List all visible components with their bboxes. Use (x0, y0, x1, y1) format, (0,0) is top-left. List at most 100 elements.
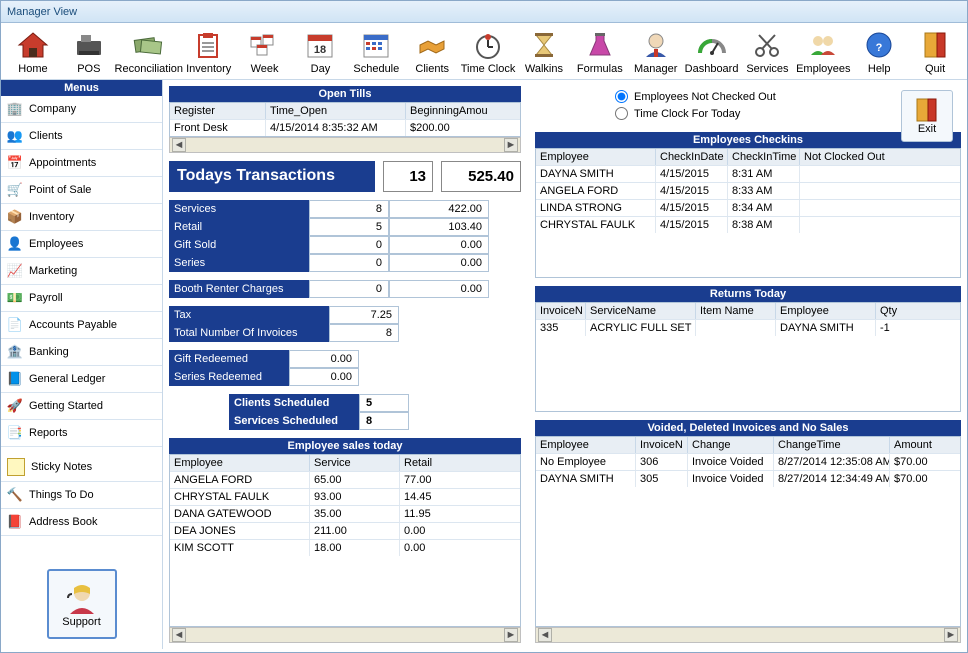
booth-row: Booth Renter Charges00.00 (169, 280, 521, 298)
col-amount[interactable]: Amount (890, 437, 960, 453)
col-employee[interactable]: Employee (536, 437, 636, 453)
table-row[interactable]: ANGELA FORD4/15/20158:33 AM (536, 183, 960, 200)
sidebar-item-marketing[interactable]: 📈Marketing (1, 258, 162, 285)
tx-line-label: Series (169, 254, 309, 272)
scroll-left-icon[interactable]: ◄ (172, 138, 186, 152)
toolbar-home[interactable]: Home (5, 27, 61, 77)
scroll-right-icon[interactable]: ► (944, 628, 958, 642)
col-service[interactable]: Service (310, 455, 400, 471)
scroll-left-icon[interactable]: ◄ (172, 628, 186, 642)
table-row[interactable]: KIM SCOTT18.000.00 (170, 540, 520, 556)
col-change[interactable]: Change (688, 437, 774, 453)
table-row[interactable]: ANGELA FORD65.0077.00 (170, 472, 520, 489)
col-notclockedout[interactable]: Not Clocked Out (800, 149, 960, 165)
toolbar-dashboard[interactable]: Dashboard (684, 27, 740, 77)
checkins-panel: Employees Checkins Employee CheckInDate … (535, 132, 961, 278)
table-row[interactable]: CHRYSTAL FAULK93.0014.45 (170, 489, 520, 506)
toolbar-week[interactable]: Week (237, 27, 293, 77)
table-row[interactable]: LINDA STRONG4/15/20158:34 AM (536, 200, 960, 217)
sidebar: Menus 🏢Company 👥Clients 📅Appointments 🛒P… (1, 80, 163, 649)
scroll-right-icon[interactable]: ► (504, 628, 518, 642)
toolbar-quit[interactable]: Quit (907, 27, 963, 77)
sidebar-item-gettingstarted[interactable]: 🚀Getting Started (1, 393, 162, 420)
col-employee[interactable]: Employee (536, 149, 656, 165)
cell: 8/27/2014 12:35:08 AM (774, 454, 890, 470)
sidebar-item-generalledger[interactable]: 📘General Ledger (1, 366, 162, 393)
col-register[interactable]: Register (170, 103, 266, 119)
toolbar-formulas[interactable]: Formulas (572, 27, 628, 77)
table-row[interactable]: CHRYSTAL FAULK4/15/20158:38 AM (536, 217, 960, 233)
col-time[interactable]: CheckInTime (728, 149, 800, 165)
hscrollbar[interactable]: ◄► (169, 137, 521, 153)
toolbar-walkins[interactable]: Walkins (516, 27, 572, 77)
svcssched-count: 8 (359, 412, 409, 430)
col-timeopen[interactable]: Time_Open (266, 103, 406, 119)
toolbar-services[interactable]: Services (740, 27, 796, 77)
employee-sales-header: Employee sales today (169, 438, 521, 454)
tx-line-count: 0 (309, 254, 389, 272)
sidebar-item-addressbook[interactable]: 📕Address Book (1, 509, 162, 536)
radio-input[interactable] (615, 90, 628, 103)
toolbar-day[interactable]: 18 Day (293, 27, 349, 77)
exit-button[interactable]: Exit (901, 90, 953, 142)
sidebar-item-stickynotes[interactable]: Sticky Notes (1, 453, 162, 482)
sidebar-item-appointments[interactable]: 📅Appointments (1, 150, 162, 177)
support-button[interactable]: Support (47, 569, 117, 639)
sidebar-item-reports[interactable]: 📑Reports (1, 420, 162, 447)
col-invoice[interactable]: InvoiceN (636, 437, 688, 453)
sidebar-item-company[interactable]: 🏢Company (1, 96, 162, 123)
table-row[interactable]: No Employee306Invoice Voided8/27/2014 12… (536, 454, 960, 471)
sidebar-item-label: Address Book (29, 516, 97, 528)
toolbar-timeclock[interactable]: Time Clock (460, 27, 516, 77)
scroll-left-icon[interactable]: ◄ (538, 628, 552, 642)
toolbar-pos[interactable]: POS (61, 27, 117, 77)
table-row[interactable]: DANA GATEWOOD35.0011.95 (170, 506, 520, 523)
col-beginamount[interactable]: BeginningAmou (406, 103, 520, 119)
cell: 35.00 (310, 506, 400, 522)
table-row[interactable]: DAYNA SMITH305Invoice Voided8/27/2014 12… (536, 471, 960, 487)
toolbar-employees[interactable]: Employees (795, 27, 851, 77)
radio-label: Time Clock For Today (634, 108, 740, 120)
toolbar-help[interactable]: ? Help (851, 27, 907, 77)
col-employee[interactable]: Employee (776, 303, 876, 319)
tx-line-count: 8 (309, 200, 389, 218)
col-service[interactable]: ServiceName (586, 303, 696, 319)
col-date[interactable]: CheckInDate (656, 149, 728, 165)
radio-input[interactable] (615, 107, 628, 120)
col-changetime[interactable]: ChangeTime (774, 437, 890, 453)
exit-label: Exit (918, 123, 936, 135)
cell (696, 320, 776, 336)
toolbar-manager[interactable]: Manager (628, 27, 684, 77)
sidebar-item-banking[interactable]: 🏦Banking (1, 339, 162, 366)
scroll-right-icon[interactable]: ► (504, 138, 518, 152)
cart-icon: 🛒 (7, 182, 23, 198)
col-employee[interactable]: Employee (170, 455, 310, 471)
sidebar-item-accountspayable[interactable]: 📄Accounts Payable (1, 312, 162, 339)
toolbar-schedule[interactable]: Schedule (348, 27, 404, 77)
toolbar-label: Home (18, 63, 47, 75)
toolbar-reconciliation[interactable]: Reconciliation (117, 27, 181, 77)
table-row[interactable]: DEA JONES211.000.00 (170, 523, 520, 540)
col-invoice[interactable]: InvoiceN (536, 303, 586, 319)
cell: DAYNA SMITH (776, 320, 876, 336)
col-item[interactable]: Item Name (696, 303, 776, 319)
sidebar-item-clients[interactable]: 👥Clients (1, 123, 162, 150)
hscrollbar[interactable]: ◄► (169, 627, 521, 643)
sidebar-item-payroll[interactable]: 💵Payroll (1, 285, 162, 312)
sidebar-item-employees[interactable]: 👤Employees (1, 231, 162, 258)
sidebar-item-inventory[interactable]: 📦Inventory (1, 204, 162, 231)
seriesred-amount: 0.00 (289, 368, 359, 386)
sidebar-item-thingstodo[interactable]: 🔨Things To Do (1, 482, 162, 509)
toolbar-clients[interactable]: Clients (404, 27, 460, 77)
cell: 0.00 (400, 540, 520, 556)
sidebar-item-pointofsale[interactable]: 🛒Point of Sale (1, 177, 162, 204)
table-row[interactable]: 335ACRYLIC FULL SETDAYNA SMITH-1 (536, 320, 960, 336)
table-row[interactable]: Front Desk 4/15/2014 8:35:32 AM $200.00 (170, 120, 520, 136)
col-qty[interactable]: Qty (876, 303, 960, 319)
hscrollbar[interactable]: ◄► (535, 627, 961, 643)
table-row[interactable]: DAYNA SMITH4/15/20158:31 AM (536, 166, 960, 183)
col-retail[interactable]: Retail (400, 455, 520, 471)
building-icon: 🏢 (7, 101, 23, 117)
cell: ANGELA FORD (536, 183, 656, 199)
toolbar-inventory[interactable]: Inventory (181, 27, 237, 77)
